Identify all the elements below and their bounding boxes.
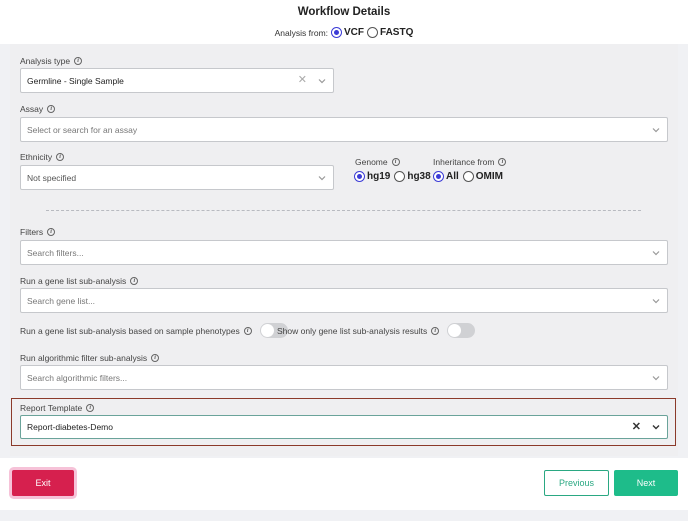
radio-vcf-dot[interactable] [331,27,343,38]
assay-select[interactable]: Select or search for an assay [20,117,668,142]
radio-all-dot[interactable] [433,171,444,182]
inheritance-label: Inheritance from i [433,157,507,167]
section-divider [46,210,641,211]
radio-hg19-label: hg19 [367,171,391,182]
analysis-type-select[interactable]: Germline - Single Sample ✕ [20,68,334,93]
radio-all-label: All [446,171,459,182]
footer-bar: Exit Previous Next [0,458,688,510]
analysis-type-label-text: Analysis type [20,56,71,66]
report-template-section: Report Template i Report-diabetes-Demo ✕ [11,398,676,446]
page-title: Workflow Details [297,6,391,18]
inheritance-label-text: Inheritance from [433,157,495,167]
radio-hg19[interactable]: hg19 [354,171,390,182]
radio-vcf-label: VCF [344,27,365,38]
algorithmic-select[interactable]: Search algorithmic filters... [20,365,668,390]
chevron-down-icon[interactable] [651,125,661,135]
info-icon[interactable]: i [391,158,400,166]
info-icon[interactable]: i [130,277,139,285]
radio-hg38[interactable]: hg38 [394,171,431,182]
radio-fastq-label: FASTQ [380,27,414,38]
genome-label: Genome i [355,157,400,167]
exit-button[interactable]: Exit [12,470,74,496]
assay-label: Assay i [20,104,56,114]
analysis-from-label: Analysis from: [274,27,329,38]
phenotype-toggle-label: Run a gene list sub-analysis based on sa… [20,325,240,336]
gene-list-label-text: Run a gene list sub-analysis [20,276,127,286]
algorithmic-placeholder: Search algorithmic filters... [27,372,128,383]
info-icon[interactable]: i [151,354,160,362]
filters-placeholder: Search filters... [27,247,84,258]
genome-label-text: Genome [355,157,388,167]
gene-list-label: Run a gene list sub-analysis i [20,276,139,286]
ethnicity-value: Not specified [27,172,77,183]
inheritance-radio-group: All OMIM [433,171,503,182]
analysis-type-value: Germline - Single Sample [27,75,124,86]
report-template-select[interactable]: Report-diabetes-Demo ✕ [20,415,668,439]
radio-fastq[interactable]: FASTQ [367,27,413,38]
next-button[interactable]: Next [614,470,678,496]
info-icon[interactable]: i [86,404,95,412]
info-icon[interactable]: i [47,105,56,113]
ethnicity-select[interactable]: Not specified [20,165,334,190]
info-icon[interactable]: i [47,228,56,236]
algorithmic-label: Run algorithmic filter sub-analysis i [20,353,160,363]
radio-all[interactable]: All [433,171,459,182]
info-icon[interactable]: i [498,158,507,166]
phenotype-toggle-row: Run a gene list sub-analysis based on sa… [20,323,288,338]
gene-list-select[interactable]: Search gene list... [20,288,668,313]
chevron-down-icon[interactable] [651,422,661,432]
header-area: Workflow Details Analysis from: VCF FAST… [0,0,688,44]
ethnicity-label: Ethnicity i [20,152,65,162]
assay-label-text: Assay [20,104,44,114]
info-icon[interactable]: i [243,326,252,335]
chevron-down-icon[interactable] [651,248,661,258]
radio-hg38-label: hg38 [407,171,431,182]
report-template-value: Report-diabetes-Demo [27,422,113,432]
report-template-label-text: Report Template [20,403,83,413]
previous-button[interactable]: Previous [544,470,609,496]
results-toggle[interactable] [447,323,476,338]
radio-vcf[interactable]: VCF [331,27,364,38]
report-template-label: Report Template i [20,403,95,413]
results-toggle-row: Show only gene list sub-analysis results… [277,323,476,338]
chevron-down-icon[interactable] [651,373,661,383]
info-icon[interactable]: i [74,57,83,65]
radio-fastq-dot[interactable] [367,27,379,38]
results-toggle-label: Show only gene list sub-analysis results [277,325,428,336]
filters-select[interactable]: Search filters... [20,240,668,265]
genome-radio-group: hg19 hg38 [354,171,431,182]
clear-icon[interactable]: ✕ [632,421,641,433]
gene-list-placeholder: Search gene list... [27,295,96,306]
workflow-form-panel: Analysis type i Germline - Single Sample… [10,44,678,456]
assay-placeholder: Select or search for an assay [27,124,138,135]
radio-omim-dot[interactable] [462,171,474,182]
chevron-down-icon[interactable] [317,173,327,183]
clear-icon[interactable]: ✕ [298,75,307,86]
chevron-down-icon[interactable] [317,76,327,86]
chevron-down-icon[interactable] [651,296,661,306]
algorithmic-label-text: Run algorithmic filter sub-analysis [20,353,148,363]
ethnicity-label-text: Ethnicity [20,152,53,162]
radio-omim[interactable]: OMIM [462,171,503,182]
analysis-type-label: Analysis type i [20,56,83,66]
info-icon[interactable]: i [431,326,440,335]
analysis-from-group: Analysis from: VCF FASTQ [0,27,688,38]
info-icon[interactable]: i [56,153,65,161]
radio-omim-label: OMIM [475,171,503,182]
filters-label: Filters i [20,227,56,237]
radio-hg19-dot[interactable] [354,171,365,182]
radio-hg38-dot[interactable] [394,171,406,182]
filters-label-text: Filters [20,227,44,237]
